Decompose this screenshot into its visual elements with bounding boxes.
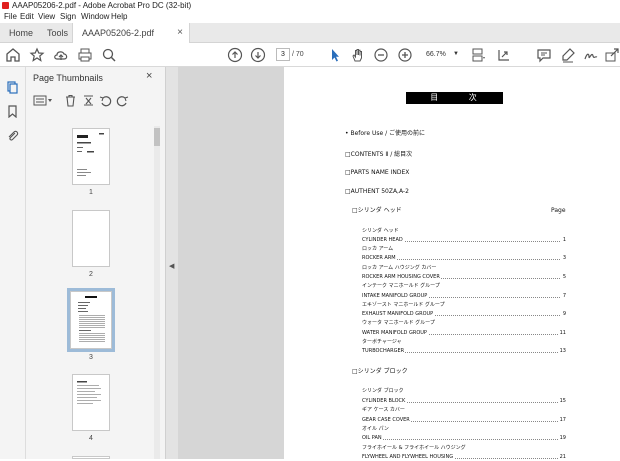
toc-entry: ターボチャージャ: [362, 339, 403, 345]
menu-bar: File Edit View Sign Window Help: [0, 11, 620, 23]
thumbnail-page-3-preview: [78, 296, 105, 342]
highlight-pen-icon[interactable]: [560, 47, 576, 63]
toc-entry[interactable]: ROCKER ARM HOUSING COVER 5: [362, 273, 566, 281]
close-panel-icon[interactable]: ×: [146, 70, 152, 82]
menu-help[interactable]: Help: [111, 11, 127, 23]
toc-entry[interactable]: FLYWHEEL AND FLYWHEEL HOUSING 21: [362, 453, 566, 461]
toc-entry: インテーク マニホールド グループ: [362, 283, 441, 289]
page-column-label: Page: [551, 207, 566, 214]
thumbnail-page-3-number: 3: [89, 354, 93, 361]
toc-entry: オイル パン: [362, 426, 390, 432]
attachments-paperclip-icon[interactable]: [6, 129, 19, 142]
toc-entry: シリンダ ヘッド: [362, 228, 400, 234]
toc-entry[interactable]: CYLINDER HEAD 1: [362, 236, 566, 244]
toc-entry: ロッカ アーム: [362, 246, 395, 252]
tab-document[interactable]: AAAP05206-2.pdf ×: [72, 23, 190, 43]
navigation-pane: [0, 67, 26, 459]
menu-view[interactable]: View: [38, 11, 55, 23]
thumbnail-page-2-number: 2: [89, 271, 93, 278]
toolbar: 3 / 70 66.7% ▼: [0, 43, 620, 67]
zoom-in-icon[interactable]: [397, 47, 413, 63]
toc-entry: エキゾースト マニホールド グループ: [362, 302, 446, 308]
page-thumbnails-panel: Page Thumbnails × 1 2 3 4: [26, 67, 166, 459]
zoom-level-select[interactable]: 66.7% ▼: [420, 48, 460, 61]
toc-entry[interactable]: EXHAUST MANIFOLD GROUP 9: [362, 310, 566, 318]
zoom-level-value: 66.7%: [426, 51, 446, 58]
toc-entry: シリンダ ブロック: [362, 388, 405, 394]
title-bar: AAAP05206-2.pdf - Adobe Acrobat Pro DC (…: [0, 0, 620, 11]
close-tab-icon[interactable]: ×: [177, 23, 183, 43]
thumbnail-page-1[interactable]: [72, 128, 110, 185]
chevron-down-icon: ▼: [453, 51, 459, 57]
share-icon[interactable]: [604, 47, 620, 63]
thumbnail-page-1-preview: [77, 133, 104, 176]
thumbnail-page-4-preview: [77, 381, 101, 404]
page-display-icon[interactable]: [470, 47, 486, 63]
toc-entry[interactable]: CYLINDER BLOCK 15: [362, 397, 566, 405]
thumbnail-page-2[interactable]: [72, 210, 110, 267]
thumbnails-toolbar: [26, 90, 166, 112]
toc-entry[interactable]: OIL PAN 19: [362, 434, 566, 442]
intro-before-use: • Before Use / ご使用の前に: [345, 130, 426, 137]
sign-icon[interactable]: [583, 47, 599, 63]
toc-entry[interactable]: GEAR CASE COVER 17: [362, 416, 566, 424]
thumbnails-scrollbar[interactable]: [154, 126, 160, 459]
thumbnail-page-4-number: 4: [89, 435, 93, 442]
intro-parts-index: □PARTS NAME INDEX: [345, 169, 410, 176]
thumbnails-header: Page Thumbnails: [33, 73, 103, 83]
thumbnail-page-3[interactable]: [67, 288, 115, 352]
menu-edit[interactable]: Edit: [20, 11, 34, 23]
thumbnail-page-4[interactable]: [72, 374, 110, 431]
toc-entry[interactable]: ROCKER ARM 3: [362, 254, 566, 262]
previous-page-icon[interactable]: [227, 47, 243, 63]
section-cylinder-head-title: □シリンダ ヘッド: [352, 207, 402, 214]
toc-entry[interactable]: WATER MANIFOLD GROUP 11: [362, 329, 566, 337]
zoom-out-icon[interactable]: [373, 47, 389, 63]
menu-sign[interactable]: Sign: [60, 11, 76, 23]
toc-entry[interactable]: TURBOCHARGER 13: [362, 347, 566, 355]
tab-home[interactable]: Home: [9, 23, 33, 43]
scroll-mode-icon[interactable]: [496, 47, 512, 63]
toc-entry: ロッカ アーム ハウジング カバー: [362, 265, 438, 271]
select-arrow-icon[interactable]: [327, 47, 343, 63]
tab-bar: Home Tools AAAP05206-2.pdf ×: [0, 23, 620, 43]
delete-trash-icon[interactable]: [64, 94, 77, 107]
tab-tools[interactable]: Tools: [47, 23, 68, 43]
zoom-search-icon[interactable]: [101, 47, 117, 63]
thumbnail-page-1-number: 1: [89, 189, 93, 196]
toc-entry: ウォータ マニホールド グループ: [362, 320, 436, 326]
menu-window[interactable]: Window: [81, 11, 109, 23]
home-icon[interactable]: [5, 47, 21, 63]
upload-cloud-icon[interactable]: [53, 47, 69, 63]
toc-entry: ギア ケース カバー: [362, 407, 406, 413]
collapse-arrow-icon: ◀: [169, 263, 175, 270]
window-title: AAAP05206-2.pdf - Adobe Acrobat Pro DC (…: [12, 1, 192, 10]
section-cylinder-block-title: □シリンダ ブロック: [352, 368, 408, 375]
print-icon[interactable]: [77, 47, 93, 63]
toc-entry[interactable]: INTAKE MANIFOLD GROUP 7: [362, 292, 566, 300]
hand-tool-icon[interactable]: [350, 47, 366, 63]
page-total: / 70: [292, 51, 304, 58]
bookmarks-icon[interactable]: [6, 105, 19, 119]
intro-authent: □AUTHENT 50ZA,A-2: [345, 188, 409, 195]
intro-contents: □CONTENTS Ⅱ / 総目次: [345, 151, 413, 158]
pane-collapse-handle[interactable]: ◀: [166, 67, 178, 459]
document-viewer[interactable]: 目 次 • Before Use / ご使用の前に □CONTENTS Ⅱ / …: [178, 67, 620, 461]
options-menu-icon[interactable]: [33, 94, 53, 107]
comment-icon[interactable]: [536, 47, 552, 63]
next-page-icon[interactable]: [250, 47, 266, 63]
rotate-left-icon[interactable]: [99, 94, 112, 107]
scrollbar-thumb[interactable]: [154, 128, 160, 146]
rotate-right-icon[interactable]: [116, 94, 129, 107]
insert-pages-icon[interactable]: [82, 94, 95, 107]
menu-file[interactable]: File: [4, 11, 17, 23]
acrobat-app-icon: [2, 2, 9, 9]
toc-heading: 目 次: [406, 92, 503, 104]
page-thumbnails-icon[interactable]: [6, 81, 19, 94]
page-number-input[interactable]: 3: [276, 48, 290, 61]
tab-document-label: AAAP05206-2.pdf: [82, 28, 155, 38]
bookmark-star-icon[interactable]: [29, 47, 45, 63]
pdf-page: 目 次 • Before Use / ご使用の前に □CONTENTS Ⅱ / …: [284, 67, 620, 461]
toc-entry: フライホイール & フライホイール ハウジング: [362, 445, 467, 451]
